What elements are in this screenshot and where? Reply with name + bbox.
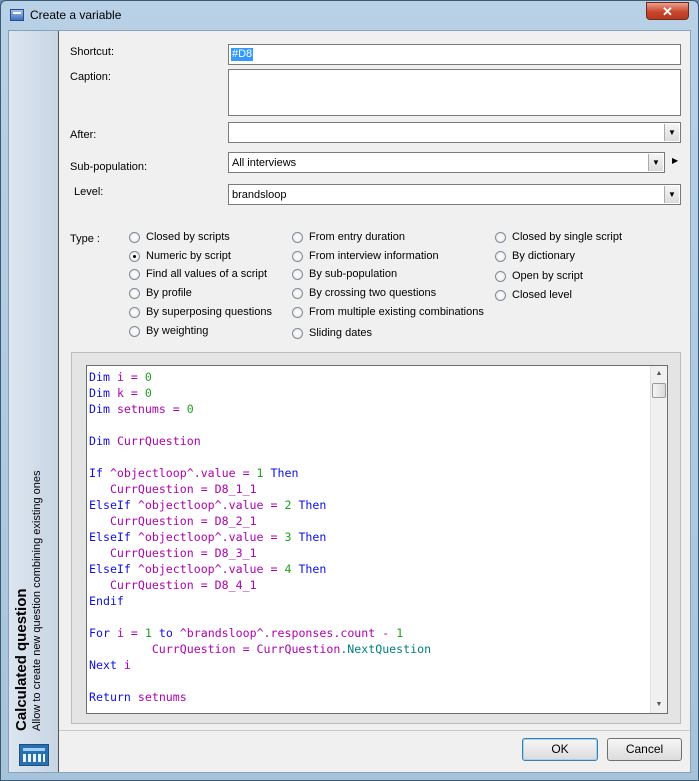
radio-button[interactable] [129,307,140,318]
chevron-down-icon: ▼ [652,158,660,167]
radio-button[interactable] [495,271,506,282]
radio-label: By superposing questions [146,306,272,318]
after-combo[interactable]: ▼ [228,122,681,143]
side-panel: Calculated question Allow to create new … [9,31,59,772]
chevron-down-icon: ▼ [668,128,676,137]
side-panel-subtitle: Allow to create new question combining e… [31,470,43,731]
radio-label: Find all values of a script [146,268,268,280]
radio-button-selected[interactable] [129,251,140,262]
cancel-button[interactable]: Cancel [607,738,682,761]
radio-label: Closed by scripts [146,231,230,243]
radio-label: From multiple existing combinations [309,306,484,318]
radio-label: Open by script [512,270,583,282]
shortcut-input[interactable]: #D8 [228,44,681,65]
radio-button[interactable] [495,251,506,262]
radio-label: By weighting [146,325,209,337]
subpopulation-combo[interactable]: All interviews ▼ [228,152,665,173]
subpopulation-more-arrow-icon[interactable]: ▶ [672,156,678,165]
type-label: Type : [70,233,100,245]
chevron-down-icon: ▼ [668,190,676,199]
radio-label: From entry duration [309,231,405,243]
editor-vertical-scrollbar[interactable]: ▲ ▼ [650,366,667,713]
scroll-down-arrow-icon[interactable]: ▼ [651,697,667,713]
script-code[interactable]: Dim i = 0 Dim k = 0 Dim setnums = 0 Dim … [89,369,431,705]
level-combo[interactable]: brandsloop ▼ [228,184,681,205]
radio-button[interactable] [292,269,303,280]
shortcut-value: #D8 [231,48,254,61]
radio-button[interactable] [129,326,140,337]
caption-input[interactable] [228,69,681,116]
level-label: Level: [74,186,104,198]
radio-button[interactable] [129,269,140,280]
radio-label: From interview information [309,250,439,262]
radio-label: By profile [146,287,192,299]
radio-label: By sub-population [309,268,398,280]
after-label: After: [70,129,97,141]
radio-label: By crossing two questions [309,287,437,299]
radio-button[interactable] [129,232,140,243]
side-panel-title: Calculated question [13,588,30,731]
subpopulation-dropdown-button[interactable]: ▼ [648,154,663,171]
scroll-thumb[interactable] [652,383,666,398]
create-variable-window: Create a variable ✕ Calculated question … [0,0,699,781]
title-bar[interactable]: Create a variable ✕ [1,1,698,29]
script-editor[interactable]: Dim i = 0 Dim k = 0 Dim setnums = 0 Dim … [86,365,668,714]
subpopulation-label: Sub-population: [70,161,148,173]
calculator-icon [19,744,49,766]
radio-label: Closed by single script [512,231,623,243]
radio-button[interactable] [292,232,303,243]
shortcut-label: Shortcut: [70,46,115,58]
radio-button[interactable] [495,290,506,301]
window-title: Create a variable [30,8,122,22]
app-form-icon [10,9,24,21]
radio-button[interactable] [292,288,303,299]
scroll-up-arrow-icon[interactable]: ▲ [651,366,667,382]
radio-button[interactable] [292,307,303,318]
radio-button[interactable] [292,251,303,262]
radio-label: Closed level [512,289,572,301]
after-dropdown-button[interactable]: ▼ [664,124,679,141]
radio-button[interactable] [292,328,303,339]
radio-button[interactable] [495,232,506,243]
level-dropdown-button[interactable]: ▼ [664,186,679,203]
caption-label: Caption: [70,71,111,83]
radio-button[interactable] [129,288,140,299]
level-value: brandsloop [232,189,287,201]
radio-label: Sliding dates [309,327,372,339]
side-panel-text: Calculated question Allow to create new … [12,471,44,731]
radio-label: By dictionary [512,250,575,262]
dialog-client: Calculated question Allow to create new … [8,30,691,773]
script-editor-frame: Dim i = 0 Dim k = 0 Dim setnums = 0 Dim … [71,352,681,724]
footer-divider [59,730,690,731]
subpopulation-value: All interviews [232,157,297,169]
close-button[interactable]: ✕ [646,2,689,20]
ok-button[interactable]: OK [522,738,598,761]
radio-label: Numeric by script [146,250,231,262]
